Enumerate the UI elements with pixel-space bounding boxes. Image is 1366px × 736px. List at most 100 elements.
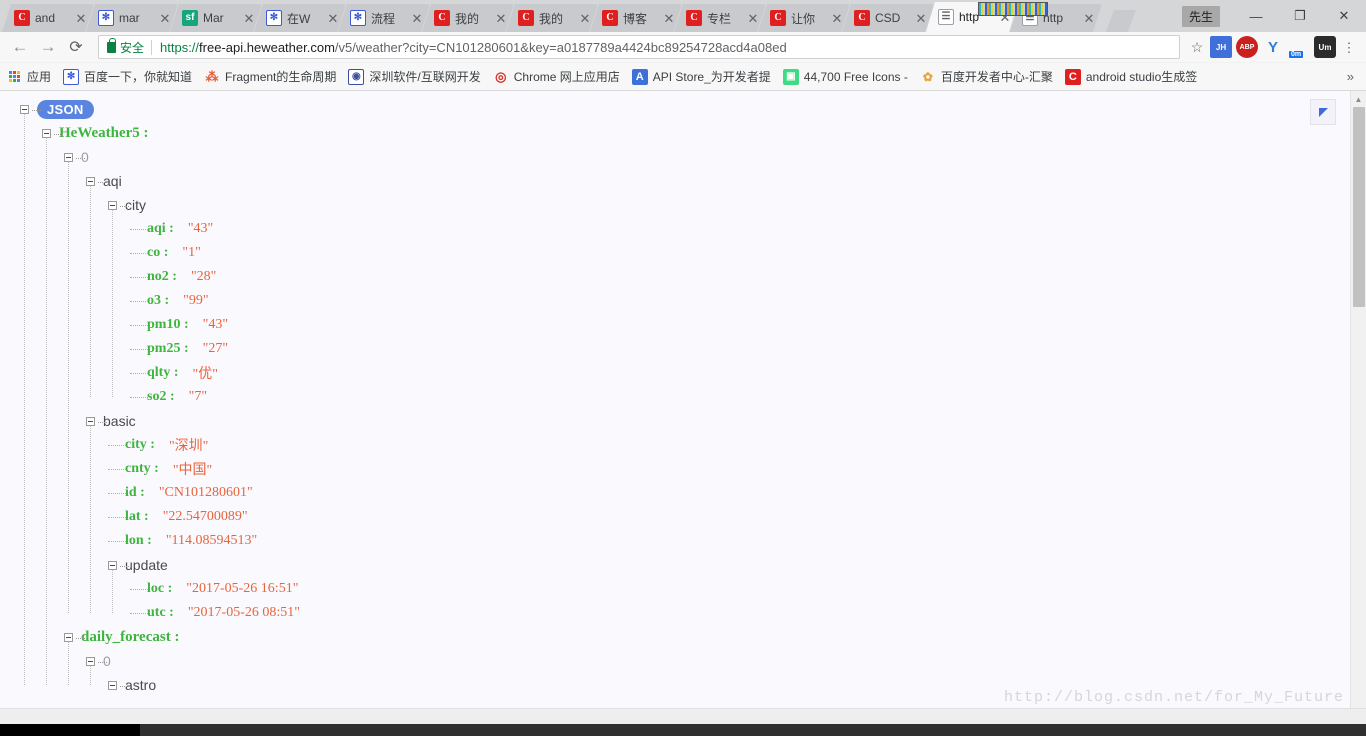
- tab-close-icon[interactable]: ✕: [830, 12, 844, 25]
- back-icon[interactable]: ←: [6, 33, 34, 61]
- bookmark-item[interactable]: ⁂ Fragment的生命周期: [204, 68, 337, 85]
- tree-collapse-toggle[interactable]: [86, 176, 107, 186]
- bookmark-item[interactable]: ✻ 百度一下，你就知道: [63, 68, 192, 85]
- tree-collapse-toggle[interactable]: [86, 416, 107, 426]
- flame-icon: ⁂: [205, 68, 219, 84]
- jh-extension-icon[interactable]: JH: [1210, 36, 1232, 58]
- horizontal-scrollbar-thumb[interactable]: [0, 711, 980, 723]
- yandex-icon[interactable]: Y: [1262, 36, 1284, 58]
- bookmark-item[interactable]: A API Store_为开发者提: [631, 68, 771, 85]
- tree-collapse-toggle[interactable]: [20, 104, 41, 114]
- tab-label: CSD: [875, 11, 901, 25]
- taskbar-start-area[interactable]: [0, 724, 140, 736]
- tab-close-icon[interactable]: ✕: [410, 12, 424, 25]
- tab-close-icon[interactable]: ✕: [326, 12, 340, 25]
- tree-collapse-toggle[interactable]: [108, 200, 129, 210]
- tree-collapse-toggle[interactable]: [86, 656, 107, 666]
- scroll-up-icon[interactable]: ▲: [1351, 91, 1366, 107]
- tree-collapse-toggle[interactable]: [108, 560, 129, 570]
- vertical-scrollbar[interactable]: ▲: [1350, 91, 1366, 708]
- json-tree-row: HeWeather5 :: [0, 121, 1350, 145]
- tab-label: and: [35, 11, 56, 25]
- tree-collapse-toggle[interactable]: [64, 632, 85, 642]
- bookmark-item[interactable]: ◎ Chrome 网上应用店: [493, 68, 620, 85]
- bookmark-item[interactable]: ◉ 深圳软件/互联网开发: [348, 68, 481, 85]
- json-leaf-key: utc :: [147, 605, 174, 620]
- tab-label: http: [1043, 11, 1064, 25]
- json-value: "7": [188, 389, 208, 404]
- chrome-menu-icon[interactable]: ⋮: [1338, 41, 1360, 54]
- tree-guide-line: [90, 186, 91, 397]
- tree-collapse-toggle[interactable]: [108, 680, 129, 690]
- csdn-icon: C: [434, 10, 450, 26]
- json-tree-row: city: [0, 193, 1350, 217]
- browser-tab[interactable]: Cand ✕: [2, 4, 94, 32]
- tab-close-icon[interactable]: ✕: [578, 12, 592, 25]
- tab-close-icon[interactable]: ✕: [746, 12, 760, 25]
- bookmarks-overflow-icon[interactable]: »: [1347, 69, 1360, 84]
- csdn-icon: C: [14, 10, 30, 26]
- adblock-plus-icon[interactable]: ABP: [1236, 36, 1258, 58]
- browser-tab[interactable]: C 我的 ✕: [506, 4, 598, 32]
- json-object-key: update: [125, 557, 168, 573]
- bookmark-item[interactable]: ✿ 百度开发者中心-汇聚: [920, 68, 1053, 85]
- timer-badge: 0m: [1289, 51, 1304, 58]
- tab-close-icon[interactable]: ✕: [1082, 12, 1096, 25]
- tree-collapse-toggle[interactable]: [42, 128, 63, 138]
- tree-collapse-toggle[interactable]: [64, 152, 85, 162]
- tab-close-icon[interactable]: ✕: [662, 12, 676, 25]
- horizontal-scrollbar[interactable]: [0, 708, 1366, 724]
- os-taskbar: [0, 724, 1366, 736]
- json-tree-row: daily_forecast :: [0, 625, 1350, 649]
- security-label: 安全: [120, 40, 145, 55]
- bookmark-item[interactable]: Candroid studio生成签: [1064, 68, 1197, 85]
- address-bar[interactable]: 安全 https://free-api.heweather.com/v5/wea…: [98, 35, 1180, 59]
- scrollbar-thumb[interactable]: [1353, 107, 1365, 307]
- json-value: "43": [187, 221, 214, 236]
- lock-icon: [107, 37, 120, 53]
- json-tree-row: cnty : "中国": [0, 457, 1350, 481]
- tree-leaf-marker: [130, 321, 148, 330]
- json-tree-row: qlty : "优": [0, 361, 1350, 385]
- browser-tab[interactable]: C 博客 ✕: [590, 4, 682, 32]
- browser-tab[interactable]: C CSD ✕: [842, 4, 934, 32]
- browser-tab[interactable]: C 让你 ✕: [758, 4, 850, 32]
- bookmark-label: API Store_为开发者提: [652, 70, 771, 84]
- maximize-button[interactable]: ❐: [1278, 1, 1322, 31]
- tab-close-icon[interactable]: ✕: [158, 12, 172, 25]
- browser-tab[interactable]: C 专栏 ✕: [674, 4, 766, 32]
- browser-tab[interactable]: ✻ mar ✕: [86, 4, 178, 32]
- tab-close-icon[interactable]: ✕: [74, 12, 88, 25]
- tab-label: 流程: [371, 11, 396, 26]
- json-leaf-key: aqi :: [147, 221, 174, 236]
- browser-tab[interactable]: ✻ 流程 ✕: [338, 4, 430, 32]
- tab-close-icon[interactable]: ✕: [494, 12, 508, 25]
- json-value: "2017-05-26 16:51": [186, 581, 299, 596]
- tab-close-icon[interactable]: ✕: [242, 12, 256, 25]
- bookmark-item[interactable]: ▣ 44,700 Free Icons -: [782, 68, 908, 85]
- json-tree-row: o3 : "99": [0, 289, 1350, 313]
- reload-icon[interactable]: ⟳: [62, 33, 90, 61]
- json-tree-row: 0: [0, 649, 1350, 673]
- tree-leaf-marker: [130, 345, 148, 354]
- tab-label: Mar: [203, 11, 224, 25]
- tab-label: 博客: [623, 11, 648, 26]
- json-viewer-toggle-button[interactable]: [1310, 99, 1336, 125]
- timer-icon[interactable]: 0m: [1288, 36, 1310, 58]
- new-tab-button[interactable]: [1106, 10, 1136, 32]
- forward-icon[interactable]: →: [34, 33, 62, 61]
- user-profile-chip[interactable]: 先生: [1181, 5, 1220, 27]
- json-value: "中国": [172, 463, 213, 478]
- apps-shortcut[interactable]: 应用: [6, 68, 51, 85]
- bookmark-star-icon[interactable]: ☆: [1186, 39, 1208, 56]
- browser-tab[interactable]: sf Mar ✕: [170, 4, 262, 32]
- tab-close-icon[interactable]: ✕: [914, 12, 928, 25]
- tree-guide-line: [46, 138, 47, 685]
- json-tree-row: basic: [0, 409, 1350, 433]
- close-window-button[interactable]: ✕: [1322, 1, 1366, 31]
- um-extension-icon[interactable]: Um: [1314, 36, 1336, 58]
- browser-tab[interactable]: C 我的 ✕: [422, 4, 514, 32]
- window-controls: 先生 — ❐ ✕: [1181, 0, 1366, 32]
- minimize-button[interactable]: —: [1234, 1, 1278, 31]
- browser-tab[interactable]: ✻ 在W ✕: [254, 4, 346, 32]
